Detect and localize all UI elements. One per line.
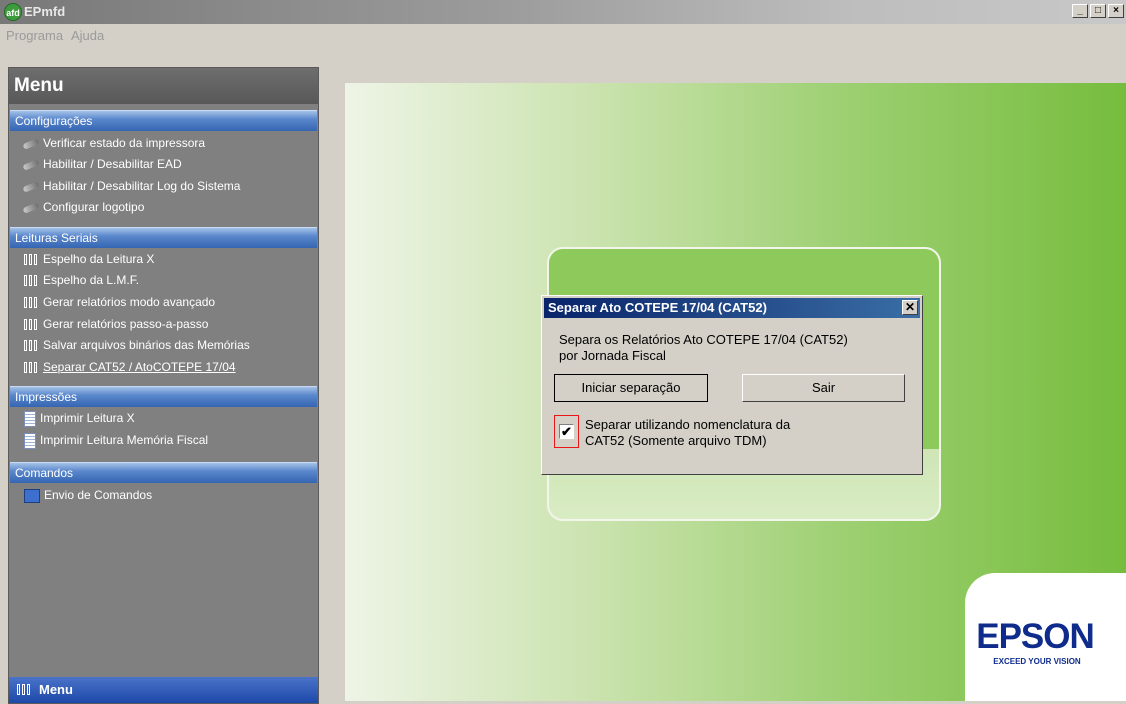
- item-label: Configurar logotipo: [43, 200, 145, 214]
- waveform-icon: [24, 253, 39, 266]
- minimize-button[interactable]: _: [1072, 4, 1088, 18]
- section-title: Impressões: [15, 390, 78, 404]
- brand-corner: EPSON EXCEED YOUR VISION: [965, 573, 1126, 701]
- wrench-icon: [22, 181, 40, 193]
- sidebar-item-imprimir-leitura-x[interactable]: Imprimir Leitura X: [24, 408, 135, 428]
- dialog-close-button[interactable]: ✕: [902, 300, 918, 315]
- wrench-icon: [22, 202, 40, 214]
- sidebar-item-verificar-estado[interactable]: Verificar estado da impressora: [22, 133, 206, 153]
- bottom-menu-label: Menu: [39, 682, 73, 697]
- item-label: Verificar estado da impressora: [43, 136, 206, 150]
- sidebar-item-gerar-passo[interactable]: Gerar relatórios passo-a-passo: [24, 314, 208, 334]
- sidebar-title: Menu: [14, 75, 64, 96]
- section-impressoes[interactable]: Impressões: [10, 386, 317, 407]
- sidebar-bottom-menu-button[interactable]: Menu: [9, 677, 318, 703]
- section-leituras-seriais[interactable]: Leituras Seriais: [10, 227, 317, 248]
- dialog-description: Separa os Relatórios Ato COTEPE 17/04 (C…: [559, 332, 909, 364]
- dialog-title: Separar Ato COTEPE 17/04 (CAT52): [548, 300, 767, 315]
- computer-icon: [24, 488, 40, 503]
- sidebar-item-configurar-logotipo[interactable]: Configurar logotipo: [22, 197, 145, 217]
- start-separation-button[interactable]: Iniciar separação: [554, 374, 708, 402]
- sidebar-item-envio-comandos[interactable]: Envio de Comandos: [24, 485, 152, 505]
- section-configuracoes[interactable]: Configurações: [10, 110, 317, 131]
- sidebar: Menu Configurações Verificar estado da i…: [8, 67, 319, 704]
- sidebar-item-habilitar-log[interactable]: Habilitar / Desabilitar Log do Sistema: [22, 176, 241, 196]
- window-title: EPmfd: [24, 4, 66, 19]
- item-label: Salvar arquivos binários das Memórias: [43, 338, 250, 352]
- sidebar-item-habilitar-ead[interactable]: Habilitar / Desabilitar EAD: [22, 154, 182, 174]
- section-title: Leituras Seriais: [15, 231, 98, 245]
- menu-programa[interactable]: Programa: [6, 28, 63, 43]
- checkbox-highlight: ✔: [554, 415, 579, 448]
- section-title: Comandos: [15, 466, 74, 480]
- menu-ajuda[interactable]: Ajuda: [71, 28, 104, 43]
- wrench-icon: [22, 159, 40, 171]
- sidebar-item-imprimir-memoria-fiscal[interactable]: Imprimir Leitura Memória Fiscal: [24, 430, 208, 450]
- waveform-icon: [17, 683, 32, 696]
- sidebar-item-espelho-leitura-x[interactable]: Espelho da Leitura X: [24, 249, 154, 269]
- item-label: Imprimir Leitura Memória Fiscal: [40, 433, 209, 447]
- sidebar-header: Menu: [9, 68, 318, 104]
- sidebar-item-separar-cat52[interactable]: Separar CAT52 / AtoCOTEPE 17/04: [24, 357, 236, 377]
- section-comandos[interactable]: Comandos: [10, 462, 317, 483]
- app-icon: afd: [4, 3, 22, 21]
- menu-bar: Programa Ajuda: [0, 24, 1126, 62]
- close-button[interactable]: ×: [1108, 4, 1124, 18]
- waveform-icon: [24, 318, 39, 331]
- sidebar-item-espelho-lmf[interactable]: Espelho da L.M.F.: [24, 270, 139, 290]
- separar-cat52-dialog: Separar Ato COTEPE 17/04 (CAT52) ✕ Separ…: [541, 295, 923, 475]
- maximize-button[interactable]: □: [1090, 4, 1106, 18]
- waveform-icon: [24, 296, 39, 309]
- item-label: Espelho da Leitura X: [43, 252, 155, 266]
- item-label: Imprimir Leitura X: [40, 411, 135, 425]
- waveform-icon: [24, 274, 39, 287]
- sidebar-item-gerar-avancado[interactable]: Gerar relatórios modo avançado: [24, 292, 215, 312]
- wrench-icon: [22, 138, 40, 150]
- document-icon: [24, 410, 36, 427]
- window-controls: _ □ ×: [1072, 4, 1126, 18]
- item-label: Habilitar / Desabilitar Log do Sistema: [43, 179, 241, 193]
- item-label: Habilitar / Desabilitar EAD: [43, 157, 182, 171]
- item-label: Envio de Comandos: [44, 488, 153, 502]
- item-label: Gerar relatórios modo avançado: [43, 295, 216, 309]
- waveform-icon: [24, 339, 39, 352]
- epson-logo: EPSON: [976, 617, 1095, 656]
- section-title: Configurações: [15, 114, 93, 128]
- checkbox-label-line: Separar utilizando nomenclatura da: [585, 417, 791, 432]
- description-line: Separa os Relatórios Ato COTEPE 17/04 (C…: [559, 332, 848, 347]
- exit-button[interactable]: Sair: [742, 374, 905, 402]
- sidebar-item-salvar-binarios[interactable]: Salvar arquivos binários das Memórias: [24, 335, 250, 355]
- item-label: Gerar relatórios passo-a-passo: [43, 317, 209, 331]
- checkbox-label[interactable]: Separar utilizando nomenclatura da CAT52…: [585, 417, 905, 449]
- epson-tagline: EXCEED YOUR VISION: [993, 657, 1081, 666]
- item-label: Espelho da L.M.F.: [43, 273, 140, 287]
- title-bar: afd EPmfd _ □ ×: [0, 0, 1126, 24]
- nomenclature-checkbox[interactable]: ✔: [559, 424, 574, 439]
- document-icon: [24, 432, 36, 449]
- dialog-title-bar: Separar Ato COTEPE 17/04 (CAT52) ✕: [544, 298, 920, 318]
- item-label: Separar CAT52 / AtoCOTEPE 17/04: [43, 360, 236, 374]
- description-line: por Jornada Fiscal: [559, 348, 666, 363]
- checkbox-label-line: CAT52 (Somente arquivo TDM): [585, 433, 767, 448]
- waveform-icon: [24, 361, 39, 374]
